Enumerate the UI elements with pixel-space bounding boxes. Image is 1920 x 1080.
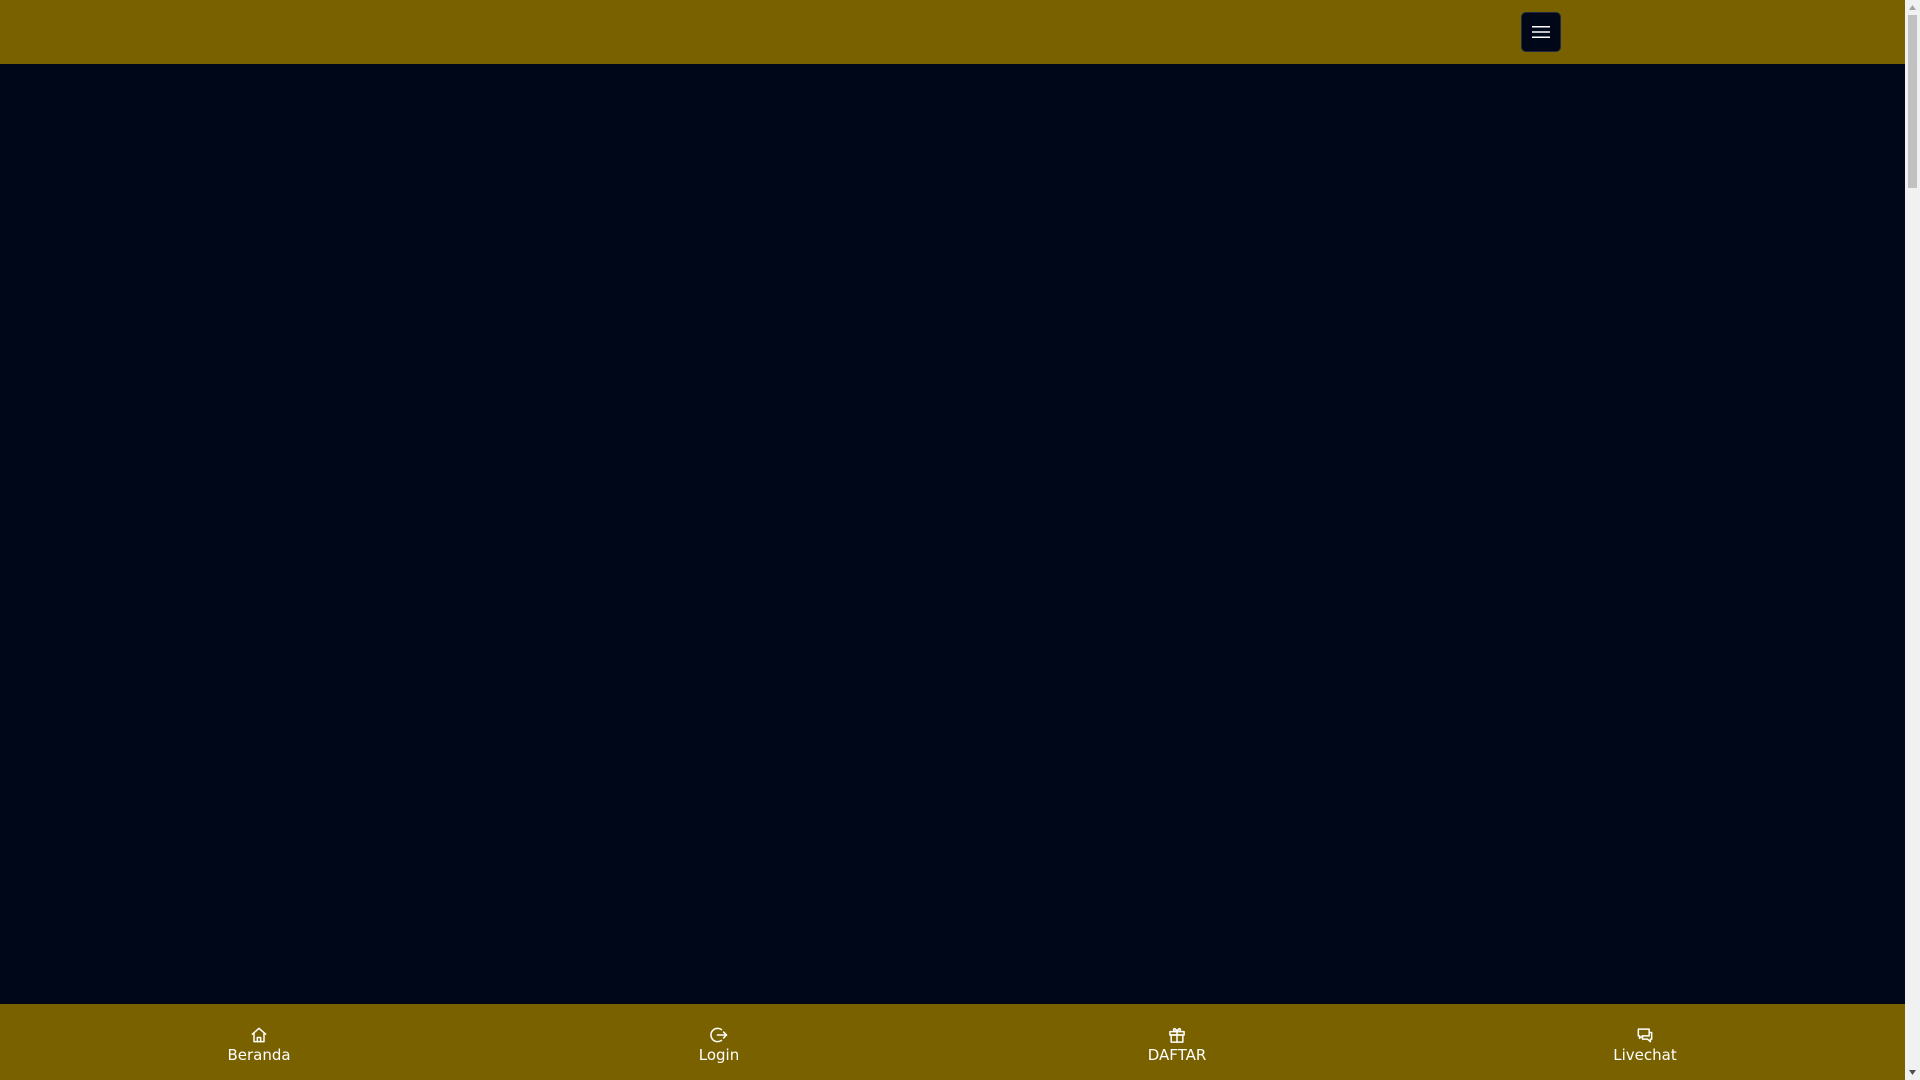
hamburger-menu-button[interactable] [1521,12,1561,52]
hamburger-menu-icon [1532,26,1550,38]
bottom-navigation: Beranda Login DAFTAR Livechat [0,1004,1905,1080]
scroll-up-arrow-icon[interactable] [1905,0,1920,15]
gift-icon [1169,1027,1185,1043]
scroll-down-arrow-icon[interactable] [1905,1065,1920,1080]
nav-label-beranda: Beranda [227,1045,291,1064]
nav-item-livechat[interactable]: Livechat [1605,1004,1685,1080]
top-header [0,0,1905,64]
main-content-area [0,64,1905,1004]
nav-item-login[interactable]: Login [679,1004,759,1080]
nav-label-daftar: DAFTAR [1147,1045,1207,1064]
login-icon [710,1027,728,1042]
nav-label-login: Login [698,1045,740,1064]
nav-item-daftar[interactable]: DAFTAR [1137,1004,1217,1080]
nav-item-beranda[interactable]: Beranda [219,1004,299,1080]
vertical-scrollbar[interactable] [1905,0,1920,1080]
nav-label-livechat: Livechat [1613,1045,1677,1064]
chat-icon [1637,1027,1653,1042]
home-icon [251,1027,267,1042]
scrollbar-thumb[interactable] [1908,15,1917,188]
